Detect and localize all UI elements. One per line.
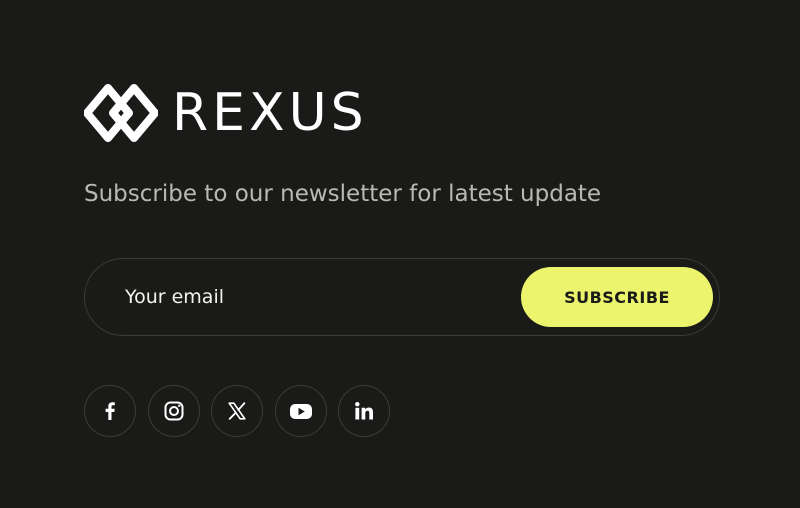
instagram-link[interactable]: [147, 385, 200, 437]
x-icon: [228, 402, 246, 420]
facebook-icon: [105, 402, 115, 420]
email-input[interactable]: [125, 277, 505, 317]
interlocked-diamonds-icon: [84, 84, 158, 142]
social-links: [84, 385, 402, 437]
newsletter-tagline: Subscribe to our newsletter for latest u…: [84, 181, 602, 207]
facebook-link[interactable]: [84, 385, 136, 437]
linkedin-link[interactable]: [338, 385, 390, 437]
instagram-icon: [164, 401, 183, 421]
brand-name: REXUS: [172, 83, 368, 143]
linkedin-icon: [355, 402, 373, 420]
youtube-icon: [289, 404, 312, 419]
subscribe-button[interactable]: SUBSCRIBE: [521, 267, 713, 327]
brand-logo[interactable]: REXUS: [84, 84, 368, 142]
newsletter-form: SUBSCRIBE: [84, 258, 720, 336]
x-link[interactable]: [211, 385, 263, 437]
youtube-link[interactable]: [274, 385, 327, 437]
